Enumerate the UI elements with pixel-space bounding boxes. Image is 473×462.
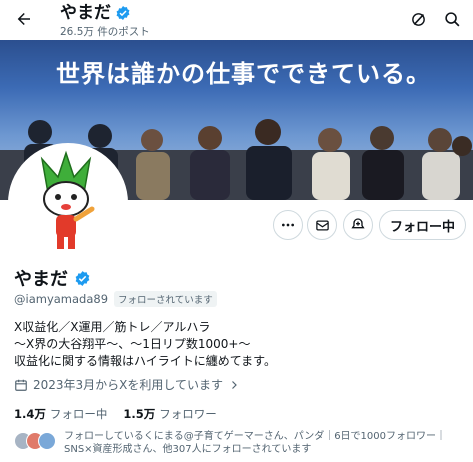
bio-line: X収益化／X運用／筋トレ／アルハラ bbox=[14, 320, 211, 334]
bio-line: 〜X界の大谷翔平〜、〜1日リプ数1000+〜 bbox=[14, 337, 251, 351]
follower-avatars bbox=[14, 432, 58, 450]
profile-name-row: やまだ bbox=[14, 265, 91, 291]
top-bar: やまだ 26.5万 件のポスト bbox=[0, 0, 473, 40]
verified-badge-icon[interactable] bbox=[74, 270, 91, 287]
profile-bio: X収益化／X運用／筋トレ／アルハラ 〜X界の大谷翔平〜、〜1日リプ数1000+〜… bbox=[14, 319, 276, 370]
followed-by-line: フォローしているくにまる@子育てゲーマーさん、パンダ｜6日で1000フォロワー｜ bbox=[64, 431, 447, 442]
followers-stat[interactable]: 1.5万 フォロワー bbox=[123, 406, 216, 422]
following-label: フォロー中 bbox=[49, 407, 108, 421]
profile-avatar[interactable] bbox=[8, 143, 128, 263]
header-title-block: やまだ 26.5万 件のポスト bbox=[60, 3, 150, 39]
following-button[interactable]: フォロー中 bbox=[379, 210, 466, 240]
message-button[interactable] bbox=[307, 210, 337, 240]
followed-by-line: SNS×資産形成さん、他307人にフォローされています bbox=[64, 444, 312, 455]
subscribe-icon bbox=[351, 218, 365, 229]
follow-stats: 1.4万 フォロー中 1.5万 フォロワー bbox=[14, 406, 217, 422]
followed-by-row[interactable]: フォローしているくにまる@子育てゲーマーさん、パンダ｜6日で1000フォロワー｜… bbox=[14, 430, 466, 456]
joined-date: 2023年3月からXを利用しています bbox=[33, 378, 224, 392]
profile-handle: @iamyamada89 bbox=[14, 292, 109, 306]
grok-button[interactable] bbox=[406, 7, 430, 31]
more-icon bbox=[282, 223, 294, 227]
followers-label: フォロワー bbox=[159, 407, 217, 421]
mascot-avatar-image bbox=[12, 147, 124, 259]
follows-you-badge: フォローされています bbox=[114, 291, 217, 307]
header-name: やまだ bbox=[60, 3, 111, 23]
joined-date-row[interactable]: 2023年3月からXを利用しています bbox=[14, 376, 240, 393]
grok-icon bbox=[411, 12, 425, 26]
handle-row: @iamyamada89 フォローされています bbox=[14, 291, 217, 307]
followers-count: 1.5万 bbox=[123, 407, 156, 421]
profile-name: やまだ bbox=[14, 269, 68, 290]
following-stat[interactable]: 1.4万 フォロー中 bbox=[14, 406, 107, 422]
post-count: 26.5万 件のポスト bbox=[60, 26, 150, 38]
calendar-icon bbox=[15, 379, 27, 391]
chevron-right-icon bbox=[232, 380, 237, 389]
subscribe-button[interactable] bbox=[343, 210, 373, 240]
followed-by-text: フォローしているくにまる@子育てゲーマーさん、パンダ｜6日で1000フォロワー｜… bbox=[64, 430, 446, 456]
search-button[interactable] bbox=[440, 7, 464, 31]
arrow-left-icon bbox=[17, 13, 30, 25]
search-icon bbox=[444, 11, 459, 26]
verified-badge-icon bbox=[116, 6, 130, 20]
more-button[interactable] bbox=[273, 210, 303, 240]
following-count: 1.4万 bbox=[14, 407, 46, 421]
back-button[interactable] bbox=[10, 5, 38, 33]
bio-line: 収益化に関する情報はハイライトに纏めてます。 bbox=[14, 354, 276, 368]
mail-icon bbox=[315, 220, 329, 230]
avatar bbox=[38, 432, 56, 450]
